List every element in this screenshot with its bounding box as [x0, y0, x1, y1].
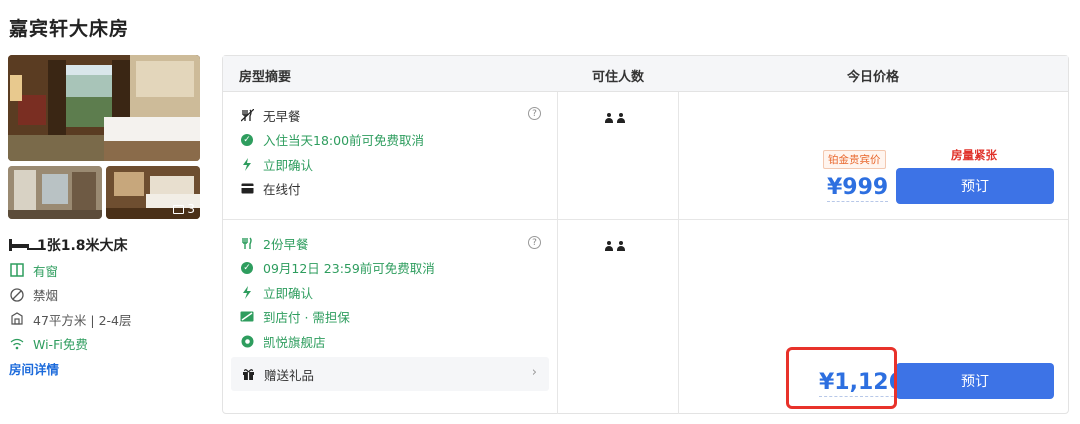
room-photo-thumb-1[interactable]	[8, 166, 102, 219]
column-divider	[678, 92, 679, 414]
plan-2-items: 2份早餐 ✓ 09月12日 23:59前可免费取消 立即确认 到店付 · 需担保…	[239, 231, 435, 354]
bathroom-photo-image	[8, 166, 102, 219]
person-icon	[617, 113, 625, 123]
plan-2-store-label: 凯悦旗舰店	[263, 334, 326, 350]
gift-icon	[240, 366, 256, 382]
photo-count-label: 3	[187, 202, 195, 216]
vip-price-badge: 铂金贵宾价	[823, 150, 886, 169]
header-price: 今日价格	[847, 70, 900, 85]
urgency-label: 房量紧张	[951, 148, 997, 162]
attr-window: 有窗	[9, 258, 131, 283]
plan-2-cancel: ✓ 09月12日 23:59前可免费取消	[239, 256, 435, 281]
check-icon: ✓	[239, 132, 255, 148]
plan-2-payment: 到店付 · 需担保	[239, 305, 435, 330]
attr-wifi-label: Wi-Fi免费	[33, 337, 88, 353]
person-icon	[617, 241, 625, 251]
attr-wifi: Wi-Fi免费	[9, 332, 131, 357]
attr-smoking: 禁烟	[9, 283, 131, 308]
photo-count: 3	[173, 202, 195, 216]
room-photo-main[interactable]	[8, 55, 200, 161]
attr-window-label: 有窗	[33, 263, 59, 279]
plan-1-payment: 在线付	[239, 177, 424, 202]
wifi-icon	[9, 336, 25, 352]
plan-1-confirm: 立即确认	[239, 152, 424, 177]
column-divider	[557, 92, 558, 414]
gift-bar[interactable]: 赠送礼品 ›	[231, 357, 549, 391]
header-guests: 可住人数	[592, 70, 645, 85]
no-breakfast-icon	[239, 107, 255, 123]
plan-1-book-button[interactable]: 预订	[896, 168, 1054, 204]
room-details-link[interactable]: 房间详情	[9, 359, 59, 378]
plan-2-cancel-label: 09月12日 23:59前可免费取消	[263, 261, 435, 277]
chevron-right-icon: ›	[531, 365, 537, 380]
plan-2-guests	[605, 241, 625, 251]
no-smoking-icon	[9, 287, 25, 303]
plan-1-meal-label: 无早餐	[263, 108, 301, 124]
price-highlight-box	[786, 347, 897, 409]
table-header: 房型摘要 可住人数 今日价格	[223, 56, 1068, 92]
rate-table: 房型摘要 可住人数 今日价格 无早餐 ✓ 入住当天18:00前可免费取消 立即确…	[222, 55, 1069, 414]
plan-2-store: 凯悦旗舰店	[239, 329, 435, 354]
room-photo-image	[8, 55, 200, 161]
plan-2-confirm-label: 立即确认	[263, 285, 314, 301]
plan-1-confirm-label: 立即确认	[263, 157, 314, 173]
person-icon	[605, 241, 613, 251]
bed-info: 1张1.8米大床	[9, 235, 128, 255]
room-title: 嘉宾轩大床房	[9, 18, 130, 40]
area-icon	[9, 311, 25, 327]
plan-1-meal: 无早餐	[239, 103, 424, 128]
breakfast-icon	[239, 235, 255, 251]
plan-1-cancel-label: 入住当天18:00前可免费取消	[263, 133, 425, 149]
header-summary: 房型摘要	[239, 70, 292, 85]
window-icon	[9, 262, 25, 278]
room-photo-thumb-2[interactable]: 3	[106, 166, 200, 219]
lightning-icon	[239, 284, 255, 300]
plan-2-meal-label: 2份早餐	[263, 236, 309, 252]
plan-2-book-button[interactable]: 预订	[896, 363, 1054, 399]
plan-1-payment-label: 在线付	[263, 182, 301, 198]
bed-icon	[9, 239, 29, 251]
plan-1-items: 无早餐 ✓ 入住当天18:00前可免费取消 立即确认 在线付	[239, 103, 424, 201]
bed-label: 1张1.8米大床	[37, 238, 128, 254]
help-icon[interactable]: ?	[528, 107, 541, 120]
gift-label: 赠送礼品	[264, 367, 315, 383]
attr-area: 47平方米 | 2-4层	[9, 307, 131, 332]
room-attributes: 有窗 禁烟 47平方米 | 2-4层 Wi-Fi免费	[9, 258, 131, 356]
row-divider	[223, 219, 1068, 220]
card-icon	[239, 181, 255, 197]
lightning-icon	[239, 156, 255, 172]
plan-1-guests	[605, 113, 625, 123]
attr-area-label: 47平方米 | 2-4层	[33, 312, 132, 328]
attr-smoking-label: 禁烟	[33, 288, 59, 304]
image-icon	[173, 204, 185, 214]
store-icon	[239, 333, 255, 349]
person-icon	[605, 113, 613, 123]
plan-2-confirm: 立即确认	[239, 280, 435, 305]
help-icon[interactable]: ?	[528, 236, 541, 249]
plan-1-cancel: ✓ 入住当天18:00前可免费取消	[239, 128, 424, 153]
plan-2-payment-label: 到店付 · 需担保	[263, 310, 350, 326]
plan-2-meal: 2份早餐	[239, 231, 435, 256]
check-icon: ✓	[239, 260, 255, 276]
pay-at-hotel-icon	[239, 309, 255, 325]
plan-1-price: ¥999	[827, 175, 889, 202]
